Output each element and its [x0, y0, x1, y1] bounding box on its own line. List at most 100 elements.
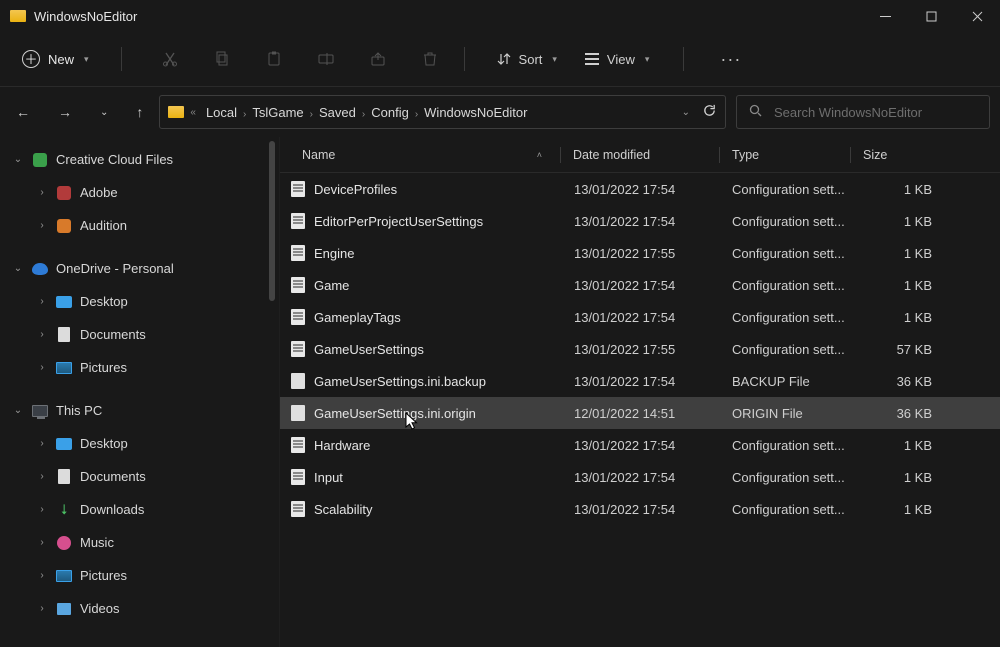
sidebar-item-creativecloud[interactable]: ⌄ Creative Cloud Files: [0, 143, 279, 176]
sidebar-item-thispc[interactable]: ⌄ This PC: [0, 394, 279, 427]
search-box[interactable]: [736, 95, 990, 129]
videos-icon: [57, 603, 71, 615]
sidebar-item-music[interactable]: › Music: [0, 526, 279, 559]
rename-icon[interactable]: [318, 51, 334, 67]
column-header-date[interactable]: Date modified: [561, 148, 719, 162]
file-type: BACKUP File: [732, 374, 882, 389]
breadcrumb-segment[interactable]: Local: [202, 105, 241, 120]
search-input[interactable]: [774, 105, 977, 120]
chevron-down-icon: ▾: [84, 54, 89, 65]
file-row[interactable]: GameUserSettings.ini.backup13/01/2022 17…: [280, 365, 1000, 397]
close-button[interactable]: [954, 0, 1000, 32]
chevron-down-icon: ▾: [645, 54, 650, 65]
file-name: Scalability: [314, 502, 574, 517]
chevron-right-icon: ›: [36, 187, 48, 198]
navigation-pane[interactable]: ⌄ Creative Cloud Files › Adobe › Auditio…: [0, 137, 280, 647]
file-date: 12/01/2022 14:51: [574, 406, 732, 421]
file-row[interactable]: Engine13/01/2022 17:55Configuration sett…: [280, 237, 1000, 269]
sidebar-item-adobe[interactable]: › Adobe: [0, 176, 279, 209]
pictures-icon: [56, 570, 72, 582]
file-date: 13/01/2022 17:54: [574, 278, 732, 293]
scrollbar-thumb[interactable]: [269, 141, 275, 301]
main-area: ⌄ Creative Cloud Files › Adobe › Auditio…: [0, 137, 1000, 647]
address-bar[interactable]: « Local›TslGame›Saved›Config›WindowsNoEd…: [159, 95, 726, 129]
breadcrumb-segment[interactable]: TslGame: [248, 105, 307, 120]
sidebar-item-onedrive[interactable]: ⌄ OneDrive - Personal: [0, 252, 279, 285]
column-label: Date modified: [573, 148, 650, 162]
file-icon: [291, 213, 305, 229]
chevron-right-icon: ›: [36, 537, 48, 548]
address-dropdown-icon[interactable]: ⌄: [682, 107, 690, 118]
up-button[interactable]: ↑: [136, 104, 143, 120]
window-title: WindowsNoEditor: [34, 9, 137, 24]
cut-icon[interactable]: [162, 51, 178, 67]
file-row[interactable]: Game13/01/2022 17:54Configuration sett..…: [280, 269, 1000, 301]
column-header-size[interactable]: Size: [851, 148, 1000, 162]
toolbar-divider: [121, 47, 122, 71]
column-header-type[interactable]: Type: [720, 148, 850, 162]
view-button[interactable]: View ▾: [585, 52, 649, 67]
file-date: 13/01/2022 17:55: [574, 342, 732, 357]
title-bar: WindowsNoEditor: [0, 0, 1000, 32]
refresh-button[interactable]: [702, 103, 717, 121]
sidebar-item-label: Documents: [80, 469, 146, 484]
chevron-right-icon: ›: [308, 109, 315, 120]
file-row[interactable]: Input13/01/2022 17:54Configuration sett.…: [280, 461, 1000, 493]
back-button[interactable]: ←: [16, 104, 30, 120]
file-row[interactable]: DeviceProfiles13/01/2022 17:54Configurat…: [280, 173, 1000, 205]
file-row[interactable]: GameUserSettings13/01/2022 17:55Configur…: [280, 333, 1000, 365]
sidebar-item-desktop2[interactable]: › Desktop: [0, 427, 279, 460]
recent-button[interactable]: ⌄: [100, 107, 108, 118]
file-name: Engine: [314, 246, 574, 261]
toolbar-divider: [683, 47, 684, 71]
search-icon: [749, 104, 762, 120]
sort-icon: [497, 52, 511, 66]
adobe-icon: [57, 186, 71, 200]
documents-icon: [58, 469, 70, 484]
sidebar-item-documents2[interactable]: › Documents: [0, 460, 279, 493]
sidebar-item-label: Music: [80, 535, 114, 550]
file-row[interactable]: Scalability13/01/2022 17:54Configuration…: [280, 493, 1000, 525]
sidebar-item-label: Downloads: [80, 502, 144, 517]
file-type: Configuration sett...: [732, 310, 882, 325]
creativecloud-icon: [33, 153, 47, 167]
sidebar-item-pictures[interactable]: › Pictures: [0, 351, 279, 384]
file-type: Configuration sett...: [732, 278, 882, 293]
sidebar-item-pictures2[interactable]: › Pictures: [0, 559, 279, 592]
delete-icon[interactable]: [422, 51, 438, 67]
column-header-name[interactable]: Name ˄: [280, 148, 560, 162]
file-row[interactable]: GameUserSettings.ini.origin12/01/2022 14…: [280, 397, 1000, 429]
paste-icon[interactable]: [266, 51, 282, 67]
sidebar-item-downloads[interactable]: › ⭣ Downloads: [0, 493, 279, 526]
chevron-down-icon: ⌄: [12, 263, 24, 274]
breadcrumb-segment[interactable]: Config: [367, 105, 413, 120]
sort-button[interactable]: Sort ▾: [497, 52, 557, 67]
share-icon[interactable]: [370, 51, 386, 67]
forward-button[interactable]: →: [58, 104, 72, 120]
sidebar-item-documents[interactable]: › Documents: [0, 318, 279, 351]
breadcrumb-segment[interactable]: WindowsNoEditor: [420, 105, 531, 120]
sidebar-item-audition[interactable]: › Audition: [0, 209, 279, 242]
thispc-icon: [32, 405, 48, 417]
file-size: 36 KB: [882, 406, 946, 421]
desktop-icon: [56, 296, 72, 308]
column-label: Name: [302, 148, 335, 162]
chevron-right-icon: ›: [36, 570, 48, 581]
sort-label: Sort: [519, 52, 543, 67]
file-row[interactable]: Hardware13/01/2022 17:54Configuration se…: [280, 429, 1000, 461]
onedrive-icon: [32, 263, 48, 275]
column-label: Type: [732, 148, 759, 162]
copy-icon[interactable]: [214, 51, 230, 67]
more-button[interactable]: ···: [720, 49, 741, 70]
sidebar-item-label: Documents: [80, 327, 146, 342]
sidebar-item-desktop[interactable]: › Desktop: [0, 285, 279, 318]
file-row[interactable]: EditorPerProjectUserSettings13/01/2022 1…: [280, 205, 1000, 237]
file-name: GameplayTags: [314, 310, 574, 325]
new-button[interactable]: ＋ New ▾: [16, 46, 95, 72]
sort-asc-icon: ˄: [537, 150, 542, 160]
maximize-button[interactable]: [908, 0, 954, 32]
sidebar-item-videos[interactable]: › Videos: [0, 592, 279, 625]
file-row[interactable]: GameplayTags13/01/2022 17:54Configuratio…: [280, 301, 1000, 333]
minimize-button[interactable]: [862, 0, 908, 32]
breadcrumb-segment[interactable]: Saved: [315, 105, 360, 120]
